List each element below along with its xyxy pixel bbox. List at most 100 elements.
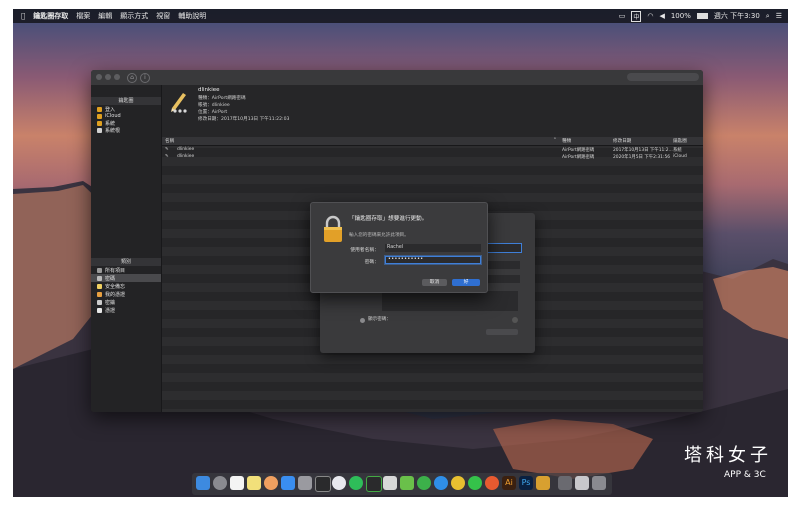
chrome-icon[interactable]	[451, 476, 465, 490]
sidebar: 鑰匙圈 登入 iCloud 系統 系統根 類別 所有項目 密碼 安全備忘 我的憑…	[91, 85, 162, 412]
menu-window[interactable]: 視窗	[156, 11, 170, 21]
sort-chevron-icon[interactable]: ⌃	[553, 138, 557, 143]
table-header: 名稱 ⌃ 種類 修改日期 鑰匙圈	[162, 137, 703, 146]
app-icon[interactable]	[485, 476, 499, 490]
airplay-icon[interactable]: ▭	[619, 12, 626, 20]
line-icon[interactable]	[468, 476, 482, 490]
photos-icon[interactable]	[264, 476, 278, 490]
itunes-icon[interactable]	[332, 476, 346, 490]
ok-button[interactable]: 好	[452, 279, 480, 286]
sidebar-item-passwords[interactable]: 密碼	[91, 274, 161, 282]
sidebar-item-certificates[interactable]: 憑證	[97, 306, 115, 314]
cancel-button[interactable]: 取消	[422, 279, 447, 286]
app-icon[interactable]	[400, 476, 414, 490]
finder-icon[interactable]	[196, 476, 210, 490]
zoom-button[interactable]	[114, 74, 120, 80]
item-info-panel: dlinkiee 種類：AirPort網路密碼 帳號：dlinkiee 位置：A…	[162, 85, 703, 137]
password-label: 密碼：	[364, 260, 379, 265]
app-icon[interactable]	[366, 476, 382, 492]
sidebar-item-label: 所有項目	[105, 267, 126, 274]
keychain-access-icon[interactable]	[536, 476, 550, 490]
dialog-title: 「鑰匙圈存取」想要進行更動。	[349, 216, 428, 222]
menu-bar:  鑰匙圈存取 檔案 編輯 顯示方式 視窗 輔助說明 ▭ 中 ◠ ◀ 100% …	[13, 9, 788, 23]
sidebar-item-secure-notes[interactable]: 安全備忘	[97, 282, 125, 290]
sidebar-item-label: 系統根	[105, 127, 121, 134]
table-row[interactable]: ✎ dlinkiee AirPort網路密碼 2017年10月13日 下午11:…	[162, 146, 703, 153]
show-password-checkbox[interactable]	[360, 318, 365, 323]
photoshop-icon[interactable]: Ps	[519, 476, 533, 490]
item-where: 位置：AirPort	[198, 110, 228, 115]
window-titlebar[interactable]: ⌂ i	[91, 70, 703, 86]
column-header-modified[interactable]: 修改日期	[613, 138, 631, 144]
sidebar-item-label: 密鑰	[105, 299, 116, 306]
preferences-icon[interactable]	[298, 476, 312, 490]
category-header: 類別	[91, 258, 161, 266]
system-lock-icon	[97, 120, 102, 126]
battery-percent[interactable]: 100%	[671, 12, 691, 20]
calendar-icon[interactable]	[230, 476, 244, 490]
app-icon[interactable]	[383, 476, 397, 490]
clock[interactable]: 週六 下午3:30	[714, 11, 760, 21]
close-button[interactable]	[96, 74, 102, 80]
menu-view[interactable]: 顯示方式	[120, 11, 148, 21]
cell-name: dlinkiee	[177, 154, 195, 159]
apple-icon[interactable]: 	[21, 12, 25, 20]
lock-icon	[324, 215, 342, 242]
detail-textarea[interactable]	[382, 291, 518, 311]
watermark-title: 塔科女子	[684, 445, 772, 466]
terminal-icon[interactable]	[315, 476, 331, 492]
keychains-header: 鑰匙圈	[91, 97, 161, 105]
input-method-icon[interactable]: 中	[631, 10, 642, 22]
row-icon: ✎	[165, 147, 169, 152]
pencil-icon	[171, 93, 187, 113]
evernote-icon[interactable]	[417, 476, 431, 490]
sidebar-item-my-certificates[interactable]: 我的憑證	[97, 290, 125, 298]
notes-icon[interactable]	[247, 476, 261, 490]
save-button[interactable]	[486, 329, 518, 335]
download-stack-icon[interactable]	[558, 476, 572, 490]
search-field[interactable]	[627, 73, 699, 81]
table-row[interactable]: ✎ dlinkiee AirPort網路密碼 2020年1月5日 下午2:31:…	[162, 153, 703, 160]
username-field[interactable]: Rachel	[385, 244, 481, 252]
sidebar-item-system-roots[interactable]: 系統根	[97, 126, 120, 134]
menu-help[interactable]: 輔助說明	[178, 11, 206, 21]
stepper-icon[interactable]	[512, 317, 518, 323]
column-header-kind[interactable]: 種類	[562, 138, 571, 144]
column-header-keychain[interactable]: 鑰匙圈	[673, 138, 687, 144]
lock-toggle-icon[interactable]: ⌂	[127, 73, 137, 83]
wifi-icon[interactable]: ◠	[647, 12, 653, 20]
battery-icon[interactable]	[696, 13, 708, 19]
app-store-icon[interactable]	[281, 476, 295, 490]
menu-edit[interactable]: 編輯	[98, 11, 112, 21]
cell-keychain: iCloud	[673, 154, 687, 159]
key-icon	[97, 299, 102, 305]
row-icon: ✎	[165, 154, 169, 159]
password-field[interactable]: •••••••••••	[385, 256, 481, 264]
cell-name: dlinkiee	[177, 147, 195, 152]
column-header-name[interactable]: 名稱	[165, 138, 174, 144]
dock: Ai Ps	[192, 473, 612, 495]
sidebar-item-label: 密碼	[105, 275, 116, 282]
minimize-button[interactable]	[105, 74, 111, 80]
sidebar-item-all-items[interactable]: 所有項目	[97, 266, 125, 274]
notification-center-icon[interactable]: ☰	[776, 12, 782, 20]
safari-icon[interactable]	[434, 476, 448, 490]
login-lock-icon	[97, 106, 102, 112]
sidebar-item-keys[interactable]: 密鑰	[97, 298, 115, 306]
spotify-icon[interactable]	[349, 476, 363, 490]
sidebar-item-label: 我的憑證	[105, 291, 126, 298]
launchpad-icon[interactable]	[213, 476, 227, 490]
info-icon[interactable]: i	[140, 73, 150, 83]
menu-file[interactable]: 檔案	[76, 11, 90, 21]
item-modified: 修改日期：2017年10月13日 下午11:22:03	[198, 117, 290, 122]
menu-app-name[interactable]: 鑰匙圈存取	[33, 11, 68, 21]
spotlight-icon[interactable]: ⌕	[766, 12, 770, 21]
cabinet-icon	[97, 127, 102, 133]
sidebar-item-label: 憑證	[105, 307, 116, 314]
volume-icon[interactable]: ◀	[659, 12, 664, 20]
document-stack-icon[interactable]	[575, 476, 589, 490]
illustrator-icon[interactable]: Ai	[502, 476, 516, 490]
icloud-lock-icon	[97, 113, 102, 119]
all-items-icon	[97, 267, 102, 273]
trash-icon[interactable]	[592, 476, 606, 490]
